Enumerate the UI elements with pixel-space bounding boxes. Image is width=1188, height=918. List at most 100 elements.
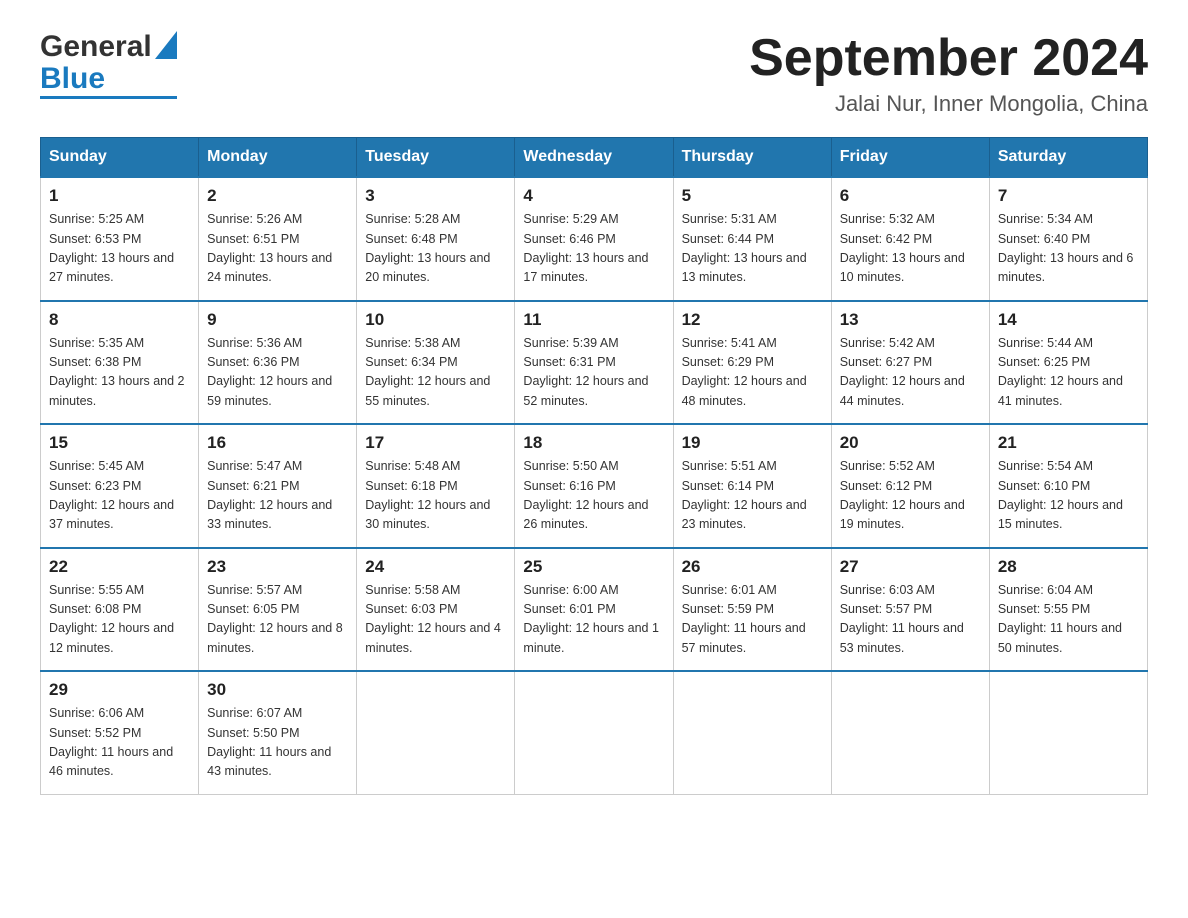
- weekday-header-friday: Friday: [831, 138, 989, 178]
- day-number: 28: [998, 557, 1139, 577]
- calendar-cell: 8 Sunrise: 5:35 AMSunset: 6:38 PMDayligh…: [41, 301, 199, 425]
- location-subtitle: Jalai Nur, Inner Mongolia, China: [749, 91, 1148, 117]
- day-info: Sunrise: 5:44 AMSunset: 6:25 PMDaylight:…: [998, 336, 1123, 408]
- calendar-cell: 3 Sunrise: 5:28 AMSunset: 6:48 PMDayligh…: [357, 177, 515, 301]
- calendar-cell: 17 Sunrise: 5:48 AMSunset: 6:18 PMDaylig…: [357, 424, 515, 548]
- day-number: 23: [207, 557, 348, 577]
- calendar-cell: 19 Sunrise: 5:51 AMSunset: 6:14 PMDaylig…: [673, 424, 831, 548]
- calendar-week-row: 8 Sunrise: 5:35 AMSunset: 6:38 PMDayligh…: [41, 301, 1148, 425]
- day-number: 4: [523, 186, 664, 206]
- calendar-cell: 15 Sunrise: 5:45 AMSunset: 6:23 PMDaylig…: [41, 424, 199, 548]
- weekday-header-tuesday: Tuesday: [357, 138, 515, 178]
- calendar-cell: [989, 671, 1147, 794]
- calendar-cell: 4 Sunrise: 5:29 AMSunset: 6:46 PMDayligh…: [515, 177, 673, 301]
- calendar-cell: 20 Sunrise: 5:52 AMSunset: 6:12 PMDaylig…: [831, 424, 989, 548]
- day-number: 30: [207, 680, 348, 700]
- calendar-cell: [831, 671, 989, 794]
- calendar-cell: 23 Sunrise: 5:57 AMSunset: 6:05 PMDaylig…: [199, 548, 357, 672]
- day-number: 20: [840, 433, 981, 453]
- day-info: Sunrise: 6:04 AMSunset: 5:55 PMDaylight:…: [998, 583, 1122, 655]
- day-number: 18: [523, 433, 664, 453]
- calendar-cell: 14 Sunrise: 5:44 AMSunset: 6:25 PMDaylig…: [989, 301, 1147, 425]
- day-number: 19: [682, 433, 823, 453]
- day-info: Sunrise: 5:42 AMSunset: 6:27 PMDaylight:…: [840, 336, 965, 408]
- calendar-cell: 26 Sunrise: 6:01 AMSunset: 5:59 PMDaylig…: [673, 548, 831, 672]
- calendar-cell: 22 Sunrise: 5:55 AMSunset: 6:08 PMDaylig…: [41, 548, 199, 672]
- logo-underline: [40, 96, 177, 99]
- day-number: 15: [49, 433, 190, 453]
- day-info: Sunrise: 5:29 AMSunset: 6:46 PMDaylight:…: [523, 212, 648, 284]
- calendar-cell: 2 Sunrise: 5:26 AMSunset: 6:51 PMDayligh…: [199, 177, 357, 301]
- day-info: Sunrise: 5:36 AMSunset: 6:36 PMDaylight:…: [207, 336, 332, 408]
- day-number: 26: [682, 557, 823, 577]
- month-title: September 2024: [749, 30, 1148, 87]
- day-number: 22: [49, 557, 190, 577]
- calendar-cell: 27 Sunrise: 6:03 AMSunset: 5:57 PMDaylig…: [831, 548, 989, 672]
- weekday-header-wednesday: Wednesday: [515, 138, 673, 178]
- day-info: Sunrise: 5:41 AMSunset: 6:29 PMDaylight:…: [682, 336, 807, 408]
- day-number: 12: [682, 310, 823, 330]
- day-number: 17: [365, 433, 506, 453]
- calendar-week-row: 15 Sunrise: 5:45 AMSunset: 6:23 PMDaylig…: [41, 424, 1148, 548]
- day-number: 11: [523, 310, 664, 330]
- day-number: 5: [682, 186, 823, 206]
- day-info: Sunrise: 5:55 AMSunset: 6:08 PMDaylight:…: [49, 583, 174, 655]
- calendar-cell: 1 Sunrise: 5:25 AMSunset: 6:53 PMDayligh…: [41, 177, 199, 301]
- day-number: 9: [207, 310, 348, 330]
- logo-triangle-icon: [155, 31, 177, 59]
- day-info: Sunrise: 5:31 AMSunset: 6:44 PMDaylight:…: [682, 212, 807, 284]
- day-number: 13: [840, 310, 981, 330]
- day-number: 29: [49, 680, 190, 700]
- calendar-cell: 12 Sunrise: 5:41 AMSunset: 6:29 PMDaylig…: [673, 301, 831, 425]
- day-info: Sunrise: 5:54 AMSunset: 6:10 PMDaylight:…: [998, 459, 1123, 531]
- day-info: Sunrise: 6:07 AMSunset: 5:50 PMDaylight:…: [207, 706, 331, 778]
- calendar-cell: 9 Sunrise: 5:36 AMSunset: 6:36 PMDayligh…: [199, 301, 357, 425]
- calendar-cell: 28 Sunrise: 6:04 AMSunset: 5:55 PMDaylig…: [989, 548, 1147, 672]
- day-info: Sunrise: 6:06 AMSunset: 5:52 PMDaylight:…: [49, 706, 173, 778]
- day-info: Sunrise: 5:45 AMSunset: 6:23 PMDaylight:…: [49, 459, 174, 531]
- calendar-table: SundayMondayTuesdayWednesdayThursdayFrid…: [40, 137, 1148, 795]
- calendar-cell: 16 Sunrise: 5:47 AMSunset: 6:21 PMDaylig…: [199, 424, 357, 548]
- calendar-cell: 21 Sunrise: 5:54 AMSunset: 6:10 PMDaylig…: [989, 424, 1147, 548]
- day-info: Sunrise: 6:00 AMSunset: 6:01 PMDaylight:…: [523, 583, 659, 655]
- title-block: September 2024 Jalai Nur, Inner Mongolia…: [749, 30, 1148, 117]
- calendar-cell: 30 Sunrise: 6:07 AMSunset: 5:50 PMDaylig…: [199, 671, 357, 794]
- day-info: Sunrise: 5:34 AMSunset: 6:40 PMDaylight:…: [998, 212, 1134, 284]
- calendar-cell: 18 Sunrise: 5:50 AMSunset: 6:16 PMDaylig…: [515, 424, 673, 548]
- calendar-week-row: 29 Sunrise: 6:06 AMSunset: 5:52 PMDaylig…: [41, 671, 1148, 794]
- day-number: 21: [998, 433, 1139, 453]
- day-number: 8: [49, 310, 190, 330]
- weekday-header-sunday: Sunday: [41, 138, 199, 178]
- page-header: General Blue September 2024 Jalai Nur, I…: [40, 30, 1148, 117]
- day-number: 14: [998, 310, 1139, 330]
- day-info: Sunrise: 5:52 AMSunset: 6:12 PMDaylight:…: [840, 459, 965, 531]
- day-info: Sunrise: 5:28 AMSunset: 6:48 PMDaylight:…: [365, 212, 490, 284]
- day-info: Sunrise: 5:50 AMSunset: 6:16 PMDaylight:…: [523, 459, 648, 531]
- day-info: Sunrise: 5:47 AMSunset: 6:21 PMDaylight:…: [207, 459, 332, 531]
- day-info: Sunrise: 5:38 AMSunset: 6:34 PMDaylight:…: [365, 336, 490, 408]
- calendar-week-row: 22 Sunrise: 5:55 AMSunset: 6:08 PMDaylig…: [41, 548, 1148, 672]
- weekday-header-monday: Monday: [199, 138, 357, 178]
- calendar-cell: 24 Sunrise: 5:58 AMSunset: 6:03 PMDaylig…: [357, 548, 515, 672]
- day-info: Sunrise: 5:48 AMSunset: 6:18 PMDaylight:…: [365, 459, 490, 531]
- calendar-header-row: SundayMondayTuesdayWednesdayThursdayFrid…: [41, 138, 1148, 178]
- day-number: 25: [523, 557, 664, 577]
- day-number: 7: [998, 186, 1139, 206]
- day-number: 27: [840, 557, 981, 577]
- day-number: 3: [365, 186, 506, 206]
- calendar-cell: [515, 671, 673, 794]
- calendar-cell: 29 Sunrise: 6:06 AMSunset: 5:52 PMDaylig…: [41, 671, 199, 794]
- weekday-header-thursday: Thursday: [673, 138, 831, 178]
- day-info: Sunrise: 5:35 AMSunset: 6:38 PMDaylight:…: [49, 336, 185, 408]
- calendar-cell: 10 Sunrise: 5:38 AMSunset: 6:34 PMDaylig…: [357, 301, 515, 425]
- day-info: Sunrise: 6:03 AMSunset: 5:57 PMDaylight:…: [840, 583, 964, 655]
- day-number: 24: [365, 557, 506, 577]
- day-number: 1: [49, 186, 190, 206]
- day-number: 6: [840, 186, 981, 206]
- day-info: Sunrise: 5:51 AMSunset: 6:14 PMDaylight:…: [682, 459, 807, 531]
- calendar-cell: [673, 671, 831, 794]
- logo: General Blue: [40, 30, 177, 99]
- day-info: Sunrise: 5:25 AMSunset: 6:53 PMDaylight:…: [49, 212, 174, 284]
- calendar-cell: 5 Sunrise: 5:31 AMSunset: 6:44 PMDayligh…: [673, 177, 831, 301]
- logo-text: General: [40, 30, 152, 64]
